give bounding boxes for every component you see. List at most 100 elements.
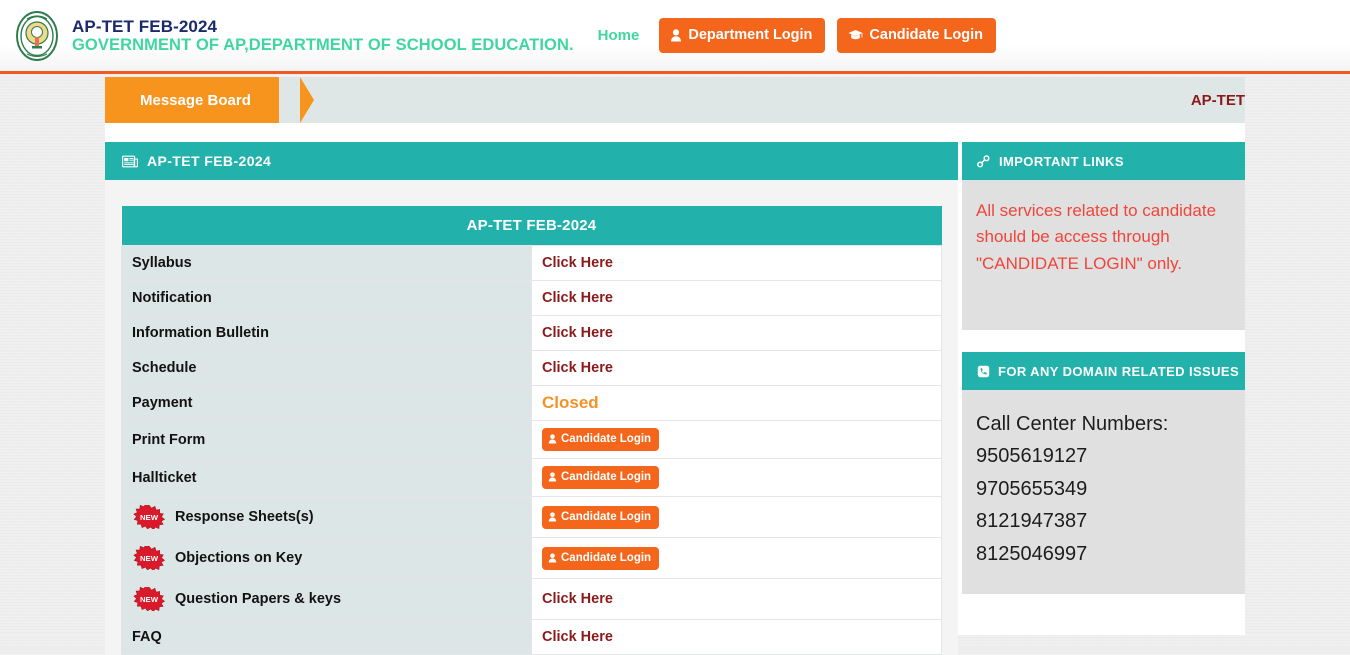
main-panel: AP-TET FEB-2024 AP-TET FEB-2024 Syllabus… (105, 142, 958, 655)
table-row: NEW Response Sheets(s) Candidate Login (121, 496, 942, 538)
header-nav: Home Department Login Candidate Login (590, 18, 996, 53)
graduation-cap-icon (848, 29, 863, 39)
call-center-heading: Call Center Numbers: (976, 413, 1169, 435)
candidate-login-label: Candidate Login (869, 27, 983, 43)
important-links-title: IMPORTANT LINKS (999, 153, 1124, 169)
table-row-value-cell: Click Here (531, 350, 942, 386)
table-row-label: Syllabus (132, 255, 192, 271)
click-here-link[interactable]: Click Here (542, 325, 613, 341)
table-row-label: Objections on Key (175, 550, 303, 566)
table-row: Schedule Click Here (121, 350, 942, 386)
table-row-label-cell: Syllabus (121, 245, 532, 281)
new-badge-icon: NEW (133, 587, 166, 611)
click-here-link[interactable]: Click Here (542, 255, 613, 271)
candidate-login-button[interactable]: Candidate Login (542, 546, 660, 570)
user-icon (548, 511, 557, 521)
ribbon-arrow-point (300, 77, 314, 123)
table-row: Information Bulletin Click Here (121, 315, 942, 351)
table-row-label: Hallticket (132, 469, 197, 486)
call-center-block: Call Center Numbers: 9505619127 97056553… (976, 408, 1231, 570)
table-row-label-cell: NEW Response Sheets(s) (121, 496, 532, 538)
table-row: NEW Objections on Key Candidate Login (121, 537, 942, 579)
user-icon (671, 28, 682, 41)
table-row-label-cell: Schedule (121, 350, 532, 386)
table-row: Print Form Candidate Login (121, 420, 942, 459)
candidate-login-button[interactable]: Candidate Login (837, 18, 996, 53)
table-row-label-cell: Information Bulletin (121, 315, 532, 351)
main-panel-body: AP-TET FEB-2024 Syllabus Click Here Notif… (105, 180, 958, 655)
table-row-label-cell: Notification (121, 280, 532, 316)
svg-text:NEW: NEW (140, 513, 159, 522)
user-icon (548, 434, 557, 444)
table-row-label-cell: Payment (121, 385, 532, 421)
site-header: AP-TET FEB-2024 GOVERNMENT OF AP,DEPARTM… (0, 0, 1350, 74)
call-center-number: 8121947387 (976, 510, 1088, 533)
newspaper-icon (122, 155, 138, 167)
table-row-label: Response Sheets(s) (175, 509, 314, 525)
status-badge: Closed (542, 393, 599, 412)
domain-issues-header: FOR ANY DOMAIN RELATED ISSUES (962, 352, 1245, 390)
candidate-login-label: Candidate Login (561, 433, 652, 445)
table-row-value-cell: Candidate Login (531, 537, 942, 579)
table-row-label: FAQ (132, 629, 162, 645)
page-content-wrap: AP-TET FEB-2024 AP-TET FEB-2024 Syllabus… (105, 123, 1245, 655)
table-row-value-cell: Click Here (531, 578, 942, 620)
important-links-header: IMPORTANT LINKS (962, 142, 1245, 180)
candidate-login-label: Candidate Login (561, 510, 652, 523)
table-row-label: Information Bulletin (132, 325, 269, 341)
message-board-tab[interactable]: Message Board (105, 77, 279, 123)
click-here-link[interactable]: Click Here (542, 591, 613, 607)
user-icon (548, 552, 557, 562)
candidate-login-button[interactable]: Candidate Login (542, 428, 660, 451)
brand-block: AP-TET FEB-2024 GOVERNMENT OF AP,DEPARTM… (72, 17, 574, 55)
main-panel-header: AP-TET FEB-2024 (105, 142, 958, 180)
table-row: FAQ Click Here (121, 619, 942, 655)
phone-icon (977, 365, 990, 377)
table-row-value-cell: Click Here (531, 619, 942, 655)
table-row-value-cell: Candidate Login (531, 496, 942, 538)
table-row-label: Notification (132, 290, 212, 306)
table-row-value-cell: Candidate Login (531, 458, 942, 497)
nav-home-link[interactable]: Home (590, 23, 648, 48)
new-badge-icon: NEW (133, 546, 166, 570)
message-board-tab-label: Message Board (140, 91, 251, 109)
candidate-login-label: Candidate Login (561, 551, 652, 564)
link-chain-icon (977, 154, 990, 168)
click-here-link[interactable]: Click Here (542, 290, 613, 306)
table-row-value-cell: Click Here (531, 315, 942, 351)
department-login-label: Department Login (688, 27, 813, 43)
department-login-button[interactable]: Department Login (659, 18, 826, 53)
table-header-cell: AP-TET FEB-2024 (121, 206, 942, 246)
table-row-value-cell: Closed (531, 385, 942, 421)
table-row-label: Question Papers & keys (175, 591, 342, 607)
candidate-login-button[interactable]: Candidate Login (542, 505, 660, 529)
candidate-login-button[interactable]: Candidate Login (542, 466, 660, 489)
call-center-number: 9505619127 (976, 445, 1088, 468)
click-here-link[interactable]: Click Here (542, 629, 613, 645)
user-icon (548, 472, 557, 482)
site-subtitle: GOVERNMENT OF AP,DEPARTMENT OF SCHOOL ED… (72, 35, 574, 54)
table-row: Syllabus Click Here (121, 245, 942, 281)
aptet-table: AP-TET FEB-2024 Syllabus Click Here Notif… (121, 206, 942, 655)
main-panel-title: AP-TET FEB-2024 (147, 153, 272, 169)
new-badge-icon: NEW (133, 505, 166, 529)
table-row-label-cell: Print Form (121, 420, 532, 459)
table-row: Payment Closed (121, 385, 942, 421)
ribbon-right-label: AP-TET (1190, 91, 1245, 109)
table-row-label-cell: Hallticket (121, 458, 532, 497)
call-center-number: 9705655349 (976, 477, 1088, 500)
table-row-label: Schedule (132, 360, 197, 376)
click-here-link[interactable]: Click Here (542, 360, 613, 376)
sidebar: IMPORTANT LINKS All services related to … (962, 142, 1245, 594)
table-row-value-cell: Candidate Login (531, 420, 942, 459)
table-row-label-cell: NEW Objections on Key (121, 537, 532, 579)
ap-government-emblem (16, 10, 58, 61)
svg-text:NEW: NEW (140, 554, 159, 563)
table-row: Hallticket Candidate Login (121, 458, 942, 497)
table-row-label: Payment (132, 395, 193, 411)
table-row-value-cell: Click Here (531, 245, 942, 281)
table-row-label-cell: NEW Question Papers & keys (121, 578, 532, 620)
candidate-login-label: Candidate Login (561, 471, 652, 483)
important-links-body: All services related to candidate should… (962, 180, 1245, 330)
table-row: Notification Click Here (121, 280, 942, 316)
